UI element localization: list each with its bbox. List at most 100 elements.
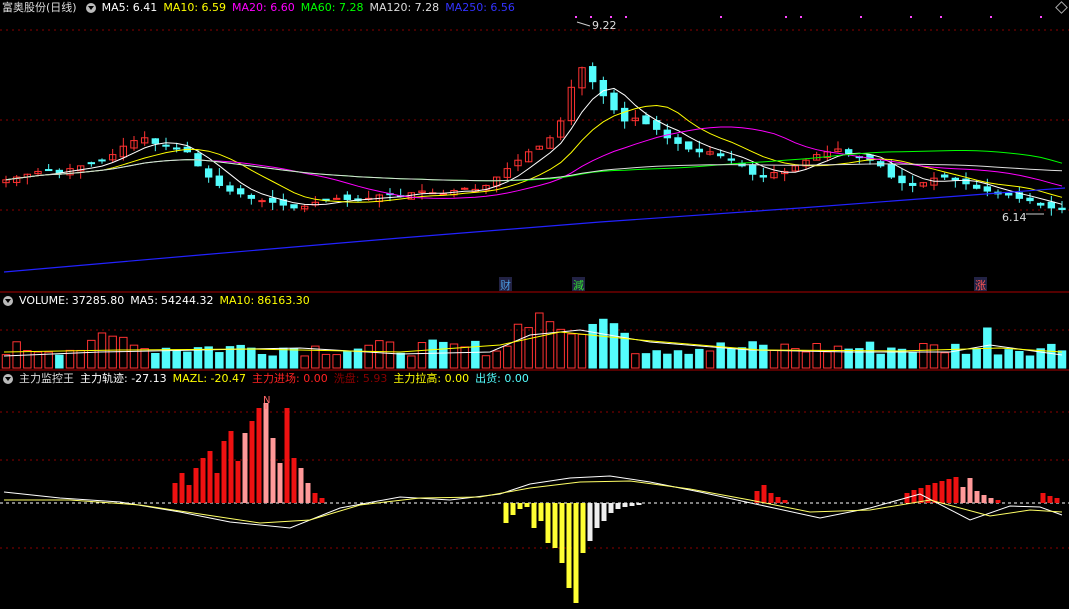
volume-bar-65 bbox=[695, 348, 704, 369]
volume-title: VOLUME: bbox=[19, 294, 69, 307]
ma-label-ma250: MA250: 6.56 bbox=[445, 1, 515, 14]
candle-body-31 bbox=[332, 197, 341, 200]
volume-bar-40 bbox=[428, 339, 437, 369]
volume-value: 37285.80 bbox=[71, 294, 125, 307]
volume-bar-96 bbox=[1025, 355, 1035, 369]
candle-body-70 bbox=[748, 164, 757, 175]
candle-body-58 bbox=[620, 107, 629, 122]
top-dot-5 bbox=[785, 16, 787, 18]
candle-body-55 bbox=[588, 66, 597, 83]
volume-bar-78 bbox=[833, 345, 843, 369]
volume-dropdown-icon[interactable] bbox=[3, 296, 13, 306]
volume-bar-20 bbox=[215, 352, 224, 369]
volume-bar-5 bbox=[55, 354, 64, 369]
entry-bar-4 bbox=[200, 458, 206, 503]
volume-bar-17 bbox=[183, 351, 192, 369]
entry-bar-18 bbox=[298, 468, 304, 503]
entry-bar-8 bbox=[228, 431, 234, 503]
candle-body-57 bbox=[610, 92, 618, 111]
entry-marker: N bbox=[263, 395, 270, 406]
volume-bar-76 bbox=[812, 342, 821, 369]
volume-bar-44 bbox=[471, 340, 480, 369]
entry-bar-43 bbox=[1054, 498, 1060, 503]
price-panel: 9.22 6.14 财 減 涨 bbox=[2, 19, 1066, 292]
indicator-label-2: 主力进场: 0.00 bbox=[252, 372, 328, 385]
volume-bar-93 bbox=[993, 354, 1003, 369]
ma-line-2 bbox=[5, 126, 1063, 199]
entry-bar-14 bbox=[270, 438, 276, 503]
ma-label-ma120: MA120: 7.28 bbox=[369, 1, 440, 14]
candle-body-96 bbox=[1026, 197, 1034, 202]
volume-bar-59 bbox=[631, 353, 640, 369]
candle-body-90 bbox=[962, 178, 970, 185]
top-dot-6 bbox=[800, 16, 802, 18]
rally-bar-1 bbox=[510, 503, 516, 515]
dropdown-icon[interactable] bbox=[85, 3, 96, 13]
entry-bar-5 bbox=[207, 451, 213, 503]
volume-ma5-label: MA5: bbox=[130, 294, 159, 307]
volume-bar-18 bbox=[193, 347, 203, 369]
entry-bar-21 bbox=[319, 498, 325, 503]
candle-body-9 bbox=[98, 159, 106, 162]
candle-body-71 bbox=[759, 175, 768, 178]
entry-bar-7 bbox=[221, 441, 227, 503]
candle-body-56 bbox=[599, 79, 608, 97]
entry-bar-13 bbox=[263, 403, 269, 503]
volume-bar-28 bbox=[300, 355, 309, 369]
top-dot-4 bbox=[720, 16, 722, 18]
candle-body-97 bbox=[1036, 202, 1045, 206]
event-marker-0: 财 bbox=[500, 278, 511, 292]
volume-bar-11 bbox=[119, 336, 128, 369]
rally-bar-7 bbox=[552, 503, 558, 548]
volume-bar-69 bbox=[737, 347, 747, 369]
volume-bar-51 bbox=[545, 321, 555, 369]
entry-bar-40 bbox=[995, 500, 1001, 503]
volume-bar-56 bbox=[599, 318, 608, 369]
ma-legend: MA5: 6.41 MA10: 6.59 MA20: 6.60 MA60: 7.28 M… bbox=[102, 1, 521, 14]
entry-bar-23 bbox=[761, 485, 767, 503]
rally-bar-3 bbox=[524, 503, 530, 507]
volume-bar-38 bbox=[407, 355, 416, 369]
event-marker-2: 涨 bbox=[975, 279, 986, 292]
period-label: (日线) bbox=[46, 1, 77, 14]
volume-bar-61 bbox=[652, 350, 661, 369]
candle-body-99 bbox=[1058, 207, 1066, 211]
rally-bar-2 bbox=[517, 503, 523, 509]
volume-bar-85 bbox=[908, 351, 917, 369]
volume-bar-27 bbox=[289, 348, 299, 369]
volume-bar-90 bbox=[961, 353, 971, 369]
entry-bar-42 bbox=[1047, 496, 1053, 503]
candle-body-16 bbox=[172, 147, 181, 150]
indicator-legend: 主力轨迹: -27.13 MAZL: -20.47 主力进场: 0.00 洗盘: 5.… bbox=[80, 372, 535, 385]
entry-bar-36 bbox=[967, 478, 973, 503]
volume-bar-8 bbox=[87, 339, 96, 369]
rally-bar-5 bbox=[538, 503, 544, 521]
candle-body-64 bbox=[684, 141, 693, 150]
volume-bar-77 bbox=[823, 351, 832, 369]
rally-bar-19 bbox=[636, 503, 642, 505]
entry-bar-6 bbox=[214, 473, 220, 503]
volume-bar-24 bbox=[257, 354, 267, 369]
volume-bar-34 bbox=[364, 344, 373, 369]
price-header: 富奥股份(日线) MA5: 6.41 MA10: 6.59 MA20: 6.60 MA6… bbox=[0, 0, 527, 16]
rally-bar-17 bbox=[622, 503, 628, 507]
candle-body-67 bbox=[716, 153, 725, 157]
candle-body-5 bbox=[55, 169, 64, 174]
volume-bar-14 bbox=[151, 352, 160, 369]
volume-bar-54 bbox=[577, 333, 587, 369]
rally-bar-13 bbox=[594, 503, 600, 528]
volume-bar-70 bbox=[748, 341, 757, 369]
indicator-label-0: 主力轨迹: -27.13 bbox=[80, 372, 167, 385]
volume-bar-82 bbox=[876, 353, 885, 369]
entry-bar-35 bbox=[960, 487, 966, 503]
entry-bar-25 bbox=[775, 497, 781, 503]
indicator-dropdown-icon[interactable] bbox=[3, 374, 13, 384]
volume-bar-89 bbox=[951, 343, 960, 369]
candle-body-8 bbox=[87, 162, 96, 165]
candle-body-98 bbox=[1047, 201, 1056, 209]
volume-bar-32 bbox=[343, 350, 352, 369]
rally-bar-14 bbox=[601, 503, 607, 521]
volume-header: VOLUME: 37285.80 MA5: 54244.32 MA10: 86163.30 bbox=[0, 293, 316, 309]
ma250-line bbox=[3, 187, 1066, 273]
rally-bar-10 bbox=[573, 503, 579, 603]
